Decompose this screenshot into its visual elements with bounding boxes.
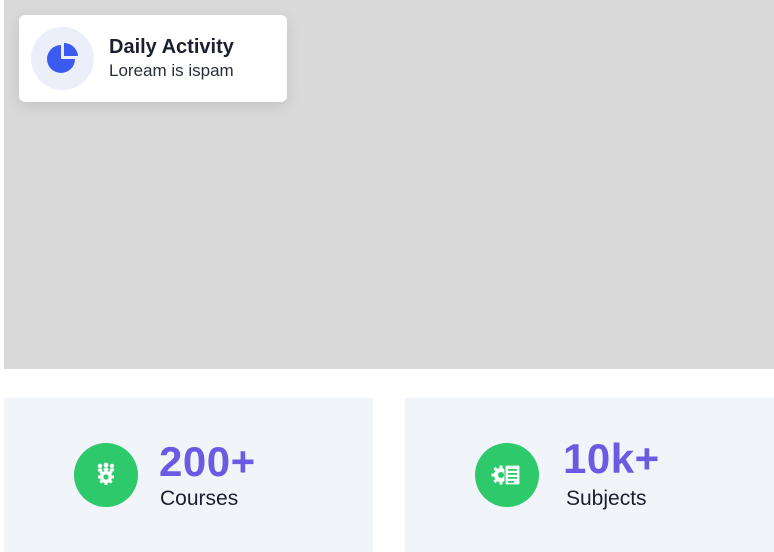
stat-card-courses: 200+ Courses bbox=[4, 398, 373, 552]
document-gear-icon bbox=[475, 443, 539, 507]
group-gear-icon bbox=[74, 443, 138, 507]
pie-chart-icon bbox=[46, 42, 78, 73]
activity-icon-circle bbox=[31, 27, 94, 90]
stat-label-subjects: Subjects bbox=[566, 487, 647, 510]
daily-activity-card: Daily Activity Loream is ispam bbox=[19, 15, 287, 102]
activity-title: Daily Activity bbox=[109, 36, 234, 58]
stat-label-courses: Courses bbox=[160, 487, 239, 510]
stat-card-subjects: 10k+ Subjects bbox=[405, 398, 774, 552]
activity-subtitle: Loream is ispam bbox=[109, 61, 234, 80]
stat-value-courses: 200+ bbox=[159, 438, 256, 485]
stat-value-subjects: 10k+ bbox=[563, 435, 660, 482]
